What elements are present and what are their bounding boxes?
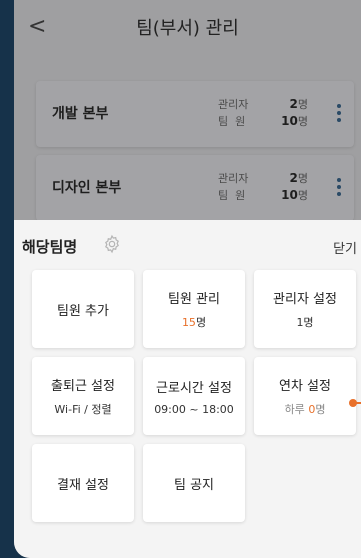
- kebab-icon[interactable]: [334, 101, 344, 129]
- tile-label: 출퇴근 설정: [51, 379, 115, 394]
- member-count: 10: [281, 113, 298, 128]
- team-card[interactable]: 디자인 본부 관리자 2명 팀 원 10명: [36, 155, 354, 221]
- leave-settings-tile[interactable]: 연차 설정 하루 0명: [254, 357, 356, 435]
- member-count: 15명: [181, 316, 207, 329]
- team-notice-tile[interactable]: 팀 공지: [143, 444, 245, 522]
- work-hours: 09:00 ~ 18:00: [154, 402, 234, 416]
- member-label: 팀 원: [218, 188, 246, 202]
- commute-method: Wi-Fi / 정렬: [54, 403, 112, 416]
- team-card[interactable]: 개발 본부 관리자 2명 팀 원 10명: [36, 81, 354, 147]
- admin-settings-tile[interactable]: 관리자 설정 1명: [254, 270, 356, 348]
- tile-label: 팀 공지: [173, 477, 214, 493]
- tile-label: 결재 설정: [57, 477, 109, 493]
- header: < 팀(부서) 관리: [14, 0, 361, 60]
- team-stats: 관리자 2명 팀 원 10명: [218, 95, 308, 129]
- admin-label: 관리자: [218, 171, 249, 185]
- approval-settings-tile[interactable]: 결재 설정: [32, 444, 134, 522]
- admin-count: 2: [289, 170, 298, 185]
- member-label: 팀 원: [218, 114, 246, 128]
- work-hours-tile[interactable]: 근로시간 설정 09:00 ~ 18:00: [143, 357, 245, 435]
- kebab-icon[interactable]: [334, 175, 344, 203]
- add-member-tile[interactable]: 팀원 추가: [32, 270, 134, 348]
- tile-label: 근로시간 설정: [156, 380, 232, 396]
- admin-label: 관리자: [218, 97, 249, 111]
- close-button[interactable]: 닫기: [333, 238, 357, 257]
- team-name: 개발 본부: [52, 106, 109, 122]
- member-count: 10: [281, 187, 298, 202]
- tile-label: 연차 설정: [279, 379, 331, 394]
- unit: 명: [297, 114, 308, 128]
- tile-label: 팀원 관리: [168, 292, 220, 307]
- gear-icon[interactable]: [102, 234, 122, 258]
- annotation-dot: [349, 399, 357, 407]
- team-name: 디자인 본부: [52, 180, 122, 196]
- manage-members-tile[interactable]: 팀원 관리 15명: [143, 270, 245, 348]
- unit: 명: [297, 97, 308, 111]
- page-title: 팀(부서) 관리: [136, 18, 239, 39]
- unit: 명: [297, 171, 308, 185]
- admin-count: 2: [289, 96, 298, 111]
- team-stats: 관리자 2명 팀 원 10명: [218, 169, 308, 203]
- team-action-sheet: 해당팀명 닫기 팀원 추가 팀원 관리 15명 관리자 설정 1명 출퇴근 설정…: [14, 220, 361, 558]
- commute-settings-tile[interactable]: 출퇴근 설정 Wi-Fi / 정렬: [32, 357, 134, 435]
- sheet-title: 해당팀명: [22, 238, 78, 256]
- admin-count: 1명: [296, 316, 314, 329]
- tile-label: 관리자 설정: [273, 292, 337, 307]
- leave-limit: 하루 0명: [284, 403, 326, 416]
- app-screen: < 팀(부서) 관리 개발 본부 관리자 2명 팀 원 10명 디자인 본부 관…: [14, 0, 361, 558]
- unit: 명: [297, 188, 308, 202]
- tile-label: 팀원 추가: [57, 303, 109, 319]
